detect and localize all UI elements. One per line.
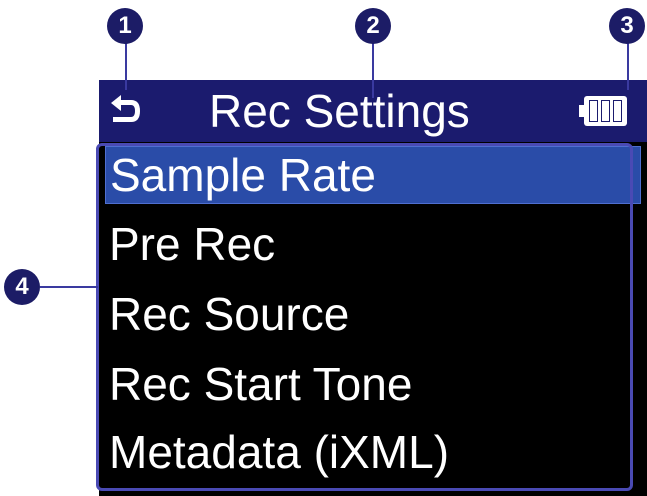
menu-item-label: Rec Source <box>109 288 350 340</box>
callout-badge-3: 3 <box>609 8 645 44</box>
menu-item-label: Metadata (iXML) <box>109 426 450 478</box>
callout-badge-2: 2 <box>355 8 391 44</box>
menu-item-sample-rate[interactable]: Sample Rate <box>105 146 641 204</box>
menu-item-pre-rec[interactable]: Pre Rec <box>105 216 275 272</box>
manual-illustration: Rec Settings Sample Rate Pre Rec Rec Sou… <box>0 0 647 496</box>
menu-item-rec-start-tone[interactable]: Rec Start Tone <box>105 356 412 412</box>
battery-icon <box>579 96 627 126</box>
menu-item-label: Pre Rec <box>109 218 276 270</box>
menu-item-rec-source[interactable]: Rec Source <box>105 286 349 342</box>
callout-badge-4: 4 <box>4 269 40 305</box>
screen-title: Rec Settings <box>209 85 470 137</box>
callout-badge-1: 1 <box>107 8 143 44</box>
menu-item-label: Rec Start Tone <box>109 358 413 410</box>
device-screen: Rec Settings Sample Rate Pre Rec Rec Sou… <box>99 80 647 496</box>
back-arrow-icon[interactable] <box>107 94 143 128</box>
menu-item-metadata[interactable]: Metadata (iXML) <box>105 424 449 480</box>
callout-leader-3 <box>627 40 629 90</box>
callout-leader-1 <box>125 40 127 90</box>
callout-leader-2 <box>372 40 374 98</box>
callout-leader-4 <box>40 286 98 288</box>
menu-item-label: Sample Rate <box>110 149 376 201</box>
settings-menu: Sample Rate Pre Rec Rec Source Rec Start… <box>99 146 647 496</box>
